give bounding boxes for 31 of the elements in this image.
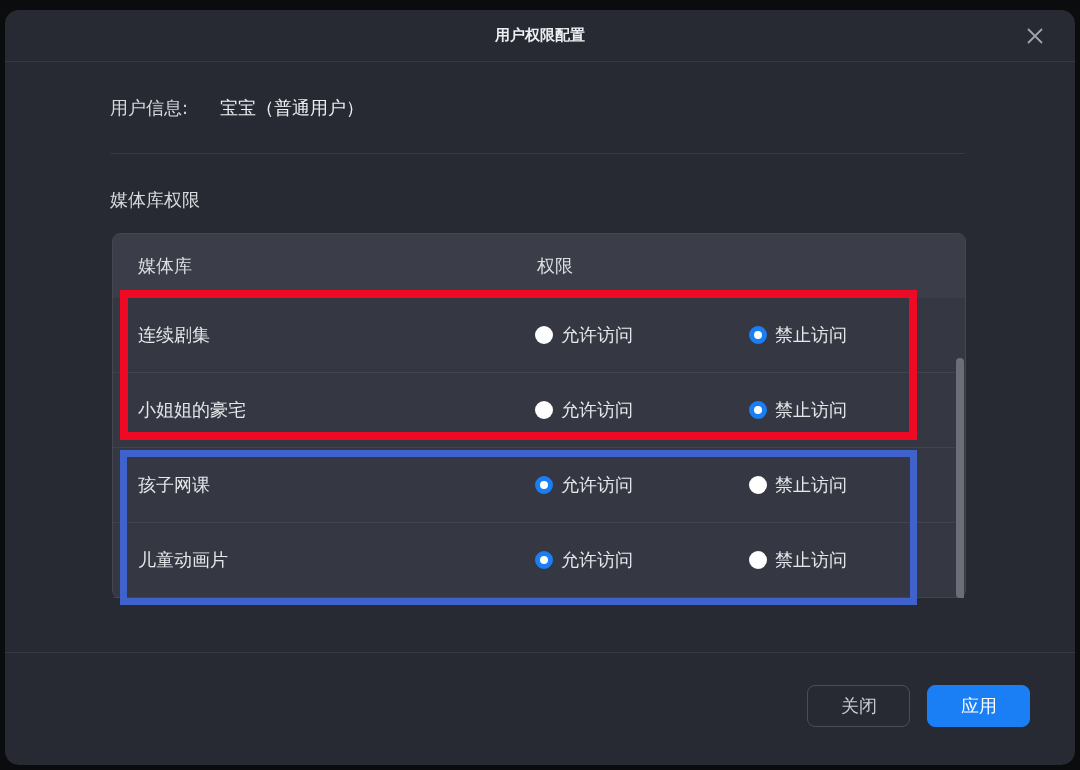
- library-name: 连续剧集: [138, 323, 210, 347]
- column-header: 权限: [537, 254, 573, 278]
- close-icon: [1027, 28, 1043, 44]
- radio-button[interactable]: [535, 401, 553, 419]
- dialog-title: 用户权限配置: [495, 26, 585, 45]
- close-dialog-button[interactable]: 关闭: [807, 685, 910, 727]
- scrollbar[interactable]: [956, 358, 964, 598]
- close-button[interactable]: [1027, 28, 1043, 44]
- library-name: 小姐姐的豪宅: [138, 398, 246, 422]
- radio-button[interactable]: [535, 476, 553, 494]
- option-label[interactable]: 允许访问: [561, 473, 633, 497]
- option-label[interactable]: 禁止访问: [775, 323, 847, 347]
- radio-button[interactable]: [749, 401, 767, 419]
- apply-button[interactable]: 应用: [927, 685, 1030, 727]
- column-header: 媒体库: [138, 254, 192, 278]
- radio-button[interactable]: [535, 326, 553, 344]
- library-name: 孩子网课: [138, 473, 210, 497]
- option-label[interactable]: 允许访问: [561, 548, 633, 572]
- option-label[interactable]: 允许访问: [561, 323, 633, 347]
- option-label[interactable]: 禁止访问: [775, 473, 847, 497]
- user-info-label: 用户信息:: [110, 96, 190, 120]
- library-name: 儿童动画片: [138, 548, 228, 572]
- radio-button[interactable]: [535, 551, 553, 569]
- section-title: 媒体库权限: [110, 188, 201, 212]
- option-label[interactable]: 允许访问: [561, 398, 633, 422]
- option-label[interactable]: 禁止访问: [775, 398, 847, 422]
- radio-button[interactable]: [749, 326, 767, 344]
- radio-button[interactable]: [749, 476, 767, 494]
- radio-button[interactable]: [749, 551, 767, 569]
- user-info-value: 宝宝（普通用户）: [220, 96, 364, 120]
- option-label[interactable]: 禁止访问: [775, 548, 847, 572]
